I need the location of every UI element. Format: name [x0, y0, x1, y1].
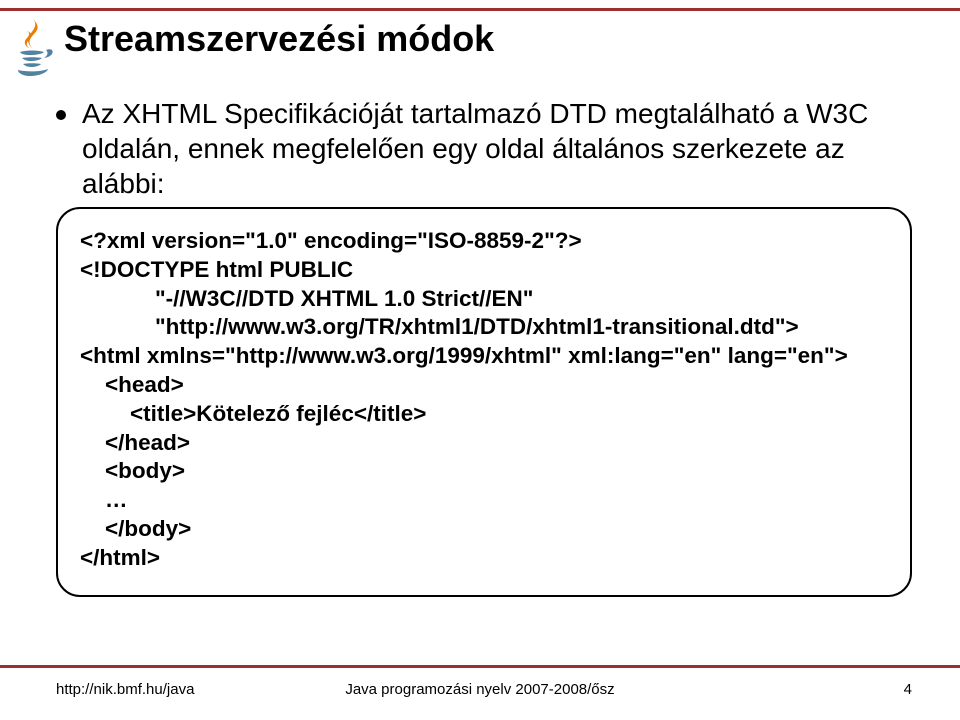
- footer-page-number: 4: [904, 681, 912, 698]
- code-sample: <?xml version="1.0" encoding="ISO-8859-2…: [80, 227, 888, 573]
- footer-course: Java programozási nyelv 2007-2008/ősz: [0, 681, 960, 698]
- slide: Streamszervezési módok Az XHTML Specifik…: [0, 0, 960, 720]
- page-title: Streamszervezési módok: [64, 18, 494, 60]
- bottom-rule: [0, 665, 960, 668]
- bullet-text: Az XHTML Specifikációját tartalmazó DTD …: [82, 96, 912, 201]
- java-logo-icon: [8, 14, 56, 78]
- content-area: Az XHTML Specifikációját tartalmazó DTD …: [56, 96, 912, 597]
- top-rule: [0, 8, 960, 11]
- code-box: <?xml version="1.0" encoding="ISO-8859-2…: [56, 207, 912, 597]
- bullet-item: Az XHTML Specifikációját tartalmazó DTD …: [56, 96, 912, 201]
- bullet-icon: [56, 110, 66, 120]
